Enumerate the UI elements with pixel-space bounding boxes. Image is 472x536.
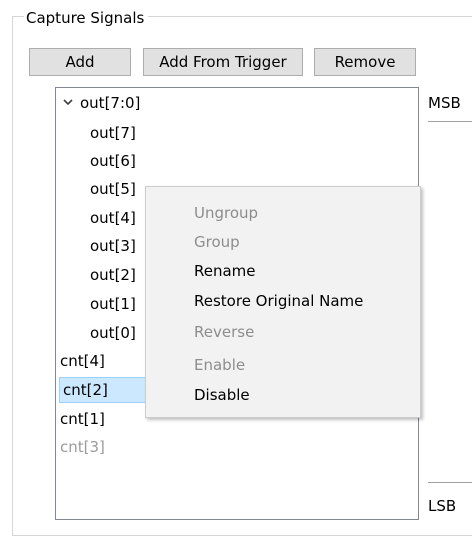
chevron-down-icon[interactable] [62,96,74,108]
tree-item-cnt3[interactable]: cnt[3] [60,434,105,460]
tree-item-cnt4[interactable]: cnt[4] [60,348,105,374]
tree-item-out3[interactable]: out[3] [90,233,136,259]
menu-item-reverse[interactable]: Reverse [194,317,254,347]
msb-divider [428,121,472,122]
tree-item-out6[interactable]: out[6] [90,148,136,174]
add-button[interactable]: Add [29,48,131,76]
tree-group-out[interactable]: out[7:0] [56,90,176,116]
menu-item-enable[interactable]: Enable [194,350,245,380]
group-title: Capture Signals [24,8,149,28]
tree-item-out7[interactable]: out[7] [90,120,136,146]
lsb-label: LSB [428,497,457,515]
tree-item-cnt2[interactable]: cnt[2] [59,377,154,403]
context-menu: Ungroup Group Rename Restore Original Na… [145,186,421,418]
tree-item-cnt1[interactable]: cnt[1] [60,406,105,432]
tree-group-label: out[7:0] [80,94,141,112]
menu-item-disable[interactable]: Disable [194,380,250,410]
menu-item-group[interactable]: Group [194,227,240,257]
tree-item-out4[interactable]: out[4] [90,205,136,231]
tree-item-out5[interactable]: out[5] [90,176,136,202]
menu-item-rename[interactable]: Rename [194,256,256,286]
menu-item-ungroup[interactable]: Ungroup [194,198,258,228]
tree-item-out1[interactable]: out[1] [90,291,136,317]
msb-label: MSB [428,94,461,112]
tree-item-out2[interactable]: out[2] [90,262,136,288]
remove-button[interactable]: Remove [314,48,416,76]
menu-item-restore-original-name[interactable]: Restore Original Name [194,286,363,316]
add-from-trigger-button[interactable]: Add From Trigger [143,48,303,76]
lsb-divider [428,482,472,483]
tree-item-out0[interactable]: out[0] [90,320,136,346]
